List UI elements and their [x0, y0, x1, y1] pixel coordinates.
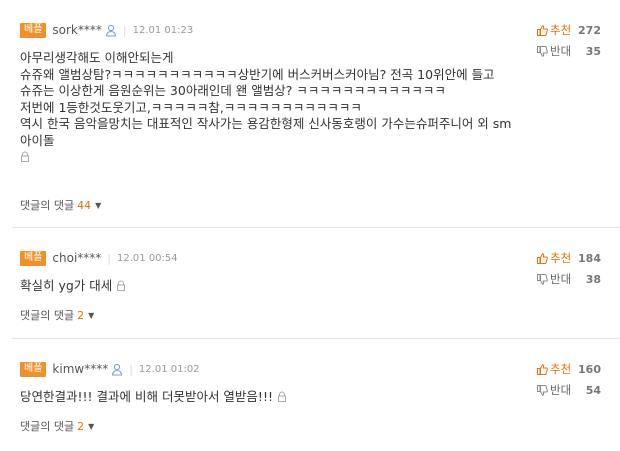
timestamp: 12.01 01:02 — [138, 363, 200, 375]
downvote-button[interactable]: 반대 38 — [537, 270, 601, 288]
comment-text: 당연한결과!!! 결과에 비해 더못받아서 열받음!!! — [20, 389, 273, 404]
replies-label: 댓글의 댓글 — [20, 420, 75, 433]
replies-toggle[interactable]: 댓글의 댓글 44 ▼ — [20, 197, 101, 213]
downvote-button[interactable]: 반대 54 — [537, 381, 601, 399]
nickname[interactable]: choi**** — [52, 251, 101, 265]
vote-box: 추천 160 반대 54 — [537, 360, 601, 399]
comment-1: 베플 sork**** | 12.01 01:23 아무리생각해도 이해안되는게… — [0, 0, 620, 227]
comment-line: 확실히 yg가 대세 — [20, 278, 515, 295]
downvote-count: 35 — [585, 44, 601, 58]
comment-line: 슈쥬왜 앨범상탐?ㅋㅋㅋㅋㅋㅋㅋㅋㅋㅋㅋ상반기에 버스커버스커아님? 전곡 10… — [20, 66, 495, 82]
downvote-label: 반대 — [550, 383, 572, 397]
nickname[interactable]: kimw**** — [52, 362, 108, 376]
nickname[interactable]: sork**** — [52, 23, 101, 37]
comment-line: 저번에 1등한것도웃기고,ㅋㅋㅋㅋㅋ참,ㅋㅋㅋㅋㅋㅋㅋㅋㅋㅋㅋㅋ — [20, 99, 362, 115]
upvote-button[interactable]: 추천 272 — [537, 21, 601, 39]
upvote-label: 추천 — [550, 362, 572, 376]
best-badge: 베플 — [20, 361, 47, 377]
comment-header: 베플 choi**** | 12.01 00:54 — [20, 249, 178, 267]
best-badge: 베플 — [20, 22, 47, 38]
lock-row — [20, 149, 515, 165]
comment-body: 아무리생각해도 이해안되는게 슈쥬왜 앨범상탐?ㅋㅋㅋㅋㅋㅋㅋㅋㅋㅋㅋ상반기에 … — [20, 50, 515, 165]
vote-box: 추천 272 반대 35 — [537, 21, 601, 60]
replies-label: 댓글의 댓글 — [20, 309, 75, 322]
upvote-button[interactable]: 추천 184 — [537, 249, 601, 267]
upvote-label: 추천 — [550, 23, 572, 37]
thumbs-down-icon — [537, 384, 548, 396]
caret-down-icon: ▼ — [95, 200, 102, 210]
divider: | — [122, 23, 127, 37]
comment-line: 당연한결과!!! 결과에 비해 더못받아서 열받음!!! — [20, 389, 515, 406]
comment-line: 역시 한국 음악을망치는 대표적인 작사가는 용감한형제 신사동호랭이 가수는슈… — [20, 116, 512, 148]
user-icon[interactable] — [111, 363, 123, 376]
thumbs-down-icon — [537, 45, 548, 57]
upvote-count: 184 — [578, 251, 601, 265]
caret-down-icon: ▼ — [88, 310, 95, 320]
divider: | — [107, 251, 112, 265]
downvote-count: 38 — [585, 272, 601, 286]
timestamp: 12.01 01:23 — [132, 24, 194, 36]
lock-icon — [277, 391, 286, 402]
replies-label: 댓글의 댓글 — [20, 199, 75, 212]
comment-2: 베플 choi**** | 12.01 00:54 확실히 yg가 대세 댓글의… — [0, 228, 620, 338]
downvote-label: 반대 — [550, 272, 572, 286]
replies-count: 2 — [77, 419, 85, 433]
user-icon[interactable] — [105, 24, 117, 37]
upvote-count: 272 — [578, 23, 601, 37]
replies-count: 2 — [77, 308, 85, 322]
replies-toggle[interactable]: 댓글의 댓글 2 ▼ — [20, 418, 94, 434]
comment-header: 베플 kimw**** | 12.01 01:02 — [20, 360, 200, 378]
downvote-button[interactable]: 반대 35 — [537, 42, 601, 60]
comment-body: 당연한결과!!! 결과에 비해 더못받아서 열받음!!! — [20, 389, 515, 406]
upvote-count: 160 — [578, 362, 601, 376]
thumbs-up-icon — [537, 363, 548, 375]
best-badge: 베플 — [20, 250, 47, 266]
replies-count: 44 — [77, 198, 92, 212]
caret-down-icon: ▼ — [88, 421, 95, 431]
comment-text: 확실히 yg가 대세 — [20, 278, 113, 293]
divider: | — [129, 362, 133, 376]
thumbs-down-icon — [537, 273, 548, 285]
comment-3: 베플 kimw**** | 12.01 01:02 당연한결과!!! 결과에 비… — [0, 339, 620, 451]
upvote-button[interactable]: 추천 160 — [537, 360, 601, 378]
timestamp: 12.01 00:54 — [117, 252, 178, 264]
comment-line: 아무리생각해도 이해안되는게 — [20, 50, 174, 65]
downvote-label: 반대 — [550, 44, 572, 58]
replies-toggle[interactable]: 댓글의 댓글 2 ▼ — [20, 307, 94, 323]
lock-icon — [21, 151, 29, 162]
thumbs-up-icon — [537, 252, 548, 264]
comment-header: 베플 sork**** | 12.01 01:23 — [20, 21, 193, 39]
upvote-label: 추천 — [550, 251, 572, 265]
vote-box: 추천 184 반대 38 — [537, 249, 601, 288]
downvote-count: 54 — [585, 383, 601, 397]
comment-line: 슈쥬는 이상한게 음원순위는 30아래인데 왠 앨범상? ㅋㅋㅋㅋㅋㅋㅋㅋㅋㅋㅋ… — [20, 83, 446, 98]
lock-icon — [117, 280, 126, 291]
comment-body: 확실히 yg가 대세 — [20, 278, 515, 295]
thumbs-up-icon — [537, 24, 548, 36]
